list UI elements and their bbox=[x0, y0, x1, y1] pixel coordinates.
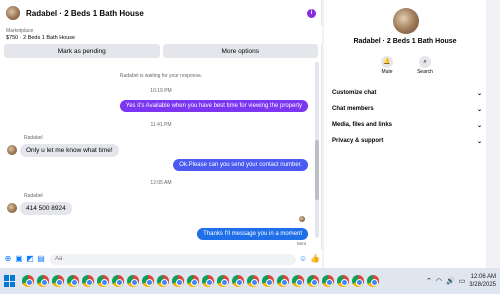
volume-icon[interactable]: 🔊 bbox=[446, 277, 455, 285]
chevron-down-icon: ⌄ bbox=[476, 106, 482, 113]
chrome-taskbar-icon[interactable] bbox=[172, 275, 184, 287]
system-message: Radabel is waiting for your response. bbox=[119, 73, 203, 79]
chrome-taskbar-icon[interactable] bbox=[157, 275, 169, 287]
chrome-taskbar-icon[interactable] bbox=[97, 275, 109, 287]
row-label: Customize chat bbox=[332, 90, 377, 96]
avatar[interactable] bbox=[7, 203, 17, 213]
clock-date: 3/28/2025 bbox=[469, 282, 496, 288]
clock-time: 12:06 AM bbox=[470, 274, 496, 280]
sender-name: Radabel bbox=[24, 135, 43, 141]
search-icon: ⌕ bbox=[419, 56, 431, 68]
like-icon[interactable]: 👍 bbox=[310, 255, 320, 263]
start-button[interactable] bbox=[4, 275, 16, 287]
avatar[interactable] bbox=[6, 6, 20, 20]
row-label: Media, files and links bbox=[332, 122, 393, 128]
chrome-taskbar-icon[interactable] bbox=[292, 275, 304, 287]
chevron-down-icon: ⌄ bbox=[476, 90, 482, 97]
chrome-taskbar-icon[interactable] bbox=[232, 275, 244, 287]
sticker-icon[interactable]: ◩ bbox=[26, 255, 34, 263]
image-icon[interactable]: ▣ bbox=[15, 255, 23, 263]
chrome-taskbar-icon[interactable] bbox=[52, 275, 64, 287]
customize-chat-row[interactable]: Customize chat ⌄ bbox=[332, 86, 482, 100]
chrome-taskbar-icon[interactable] bbox=[112, 275, 124, 287]
info-icon[interactable]: i bbox=[307, 8, 316, 18]
chrome-taskbar-icon[interactable] bbox=[67, 275, 79, 287]
info-actions: 🔔 Mute ⌕ Search bbox=[374, 56, 438, 75]
marketplace-banner[interactable]: Marketplace $750 · 2 Beds 1 Bath House bbox=[0, 26, 322, 44]
listing-actions: Mark as pending More options bbox=[4, 44, 318, 58]
seen-avatar bbox=[299, 216, 305, 222]
search-button[interactable]: ⌕ Search bbox=[412, 56, 438, 75]
chrome-taskbar-icon[interactable] bbox=[277, 275, 289, 287]
avatar[interactable] bbox=[7, 145, 17, 155]
plus-icon[interactable]: ⊕ bbox=[4, 255, 12, 263]
privacy-support-row[interactable]: Privacy & support ⌄ bbox=[332, 134, 482, 148]
chrome-taskbar-icon[interactable] bbox=[187, 275, 199, 287]
chrome-taskbar-icon[interactable] bbox=[307, 275, 319, 287]
emoji-icon[interactable]: ☺ bbox=[299, 255, 307, 263]
chat-header: Radabel · 2 Beds 1 Bath House i bbox=[0, 0, 322, 26]
outgoing-message[interactable]: Yes it's Available when you have best ti… bbox=[119, 100, 308, 112]
window-edge bbox=[486, 0, 500, 268]
marketplace-label: Marketplace bbox=[6, 28, 34, 34]
gif-icon[interactable]: ▤ bbox=[37, 255, 45, 263]
conversation-info-pane: Radabel · 2 Beds 1 Bath House 🔔 Mute ⌕ S… bbox=[324, 0, 486, 268]
scrollbar-thumb[interactable] bbox=[315, 140, 319, 200]
mark-as-pending-button[interactable]: Mark as pending bbox=[4, 44, 160, 58]
timestamp: 12:05 AM bbox=[150, 180, 172, 186]
outgoing-message[interactable]: Ok.Please can you send your contact numb… bbox=[173, 159, 308, 171]
chrome-taskbar-icon[interactable] bbox=[202, 275, 214, 287]
wifi-icon[interactable]: ◠ bbox=[436, 277, 442, 285]
chrome-taskbar-icon[interactable] bbox=[22, 275, 34, 287]
clock[interactable]: 12:06 AM 3/28/2025 bbox=[469, 273, 496, 289]
chrome-taskbar-icon[interactable] bbox=[142, 275, 154, 287]
marketplace-listing: $750 · 2 Beds 1 Bath House bbox=[6, 35, 76, 41]
row-label: Chat members bbox=[332, 106, 374, 112]
profile-name: Radabel · 2 Beds 1 Bath House bbox=[353, 38, 457, 45]
mute-label: Mute bbox=[381, 69, 393, 75]
chrome-taskbar-icon[interactable] bbox=[82, 275, 94, 287]
chat-members-row[interactable]: Chat members ⌄ bbox=[332, 102, 482, 116]
battery-icon[interactable]: ▭ bbox=[459, 277, 466, 285]
message-input[interactable] bbox=[50, 253, 296, 265]
chevron-up-icon[interactable]: ⌃ bbox=[426, 277, 432, 285]
sender-name: Radabel bbox=[24, 193, 43, 199]
row-label: Privacy & support bbox=[332, 138, 384, 144]
profile-avatar[interactable] bbox=[393, 8, 419, 34]
chevron-down-icon: ⌄ bbox=[476, 138, 482, 145]
media-files-links-row[interactable]: Media, files and links ⌄ bbox=[332, 118, 482, 132]
chrome-taskbar-icon[interactable] bbox=[37, 275, 49, 287]
message-list[interactable]: Radabel is waiting for your response. 10… bbox=[0, 60, 322, 250]
sent-status: Sent bbox=[296, 241, 306, 246]
incoming-message[interactable]: Only u let me know what time! bbox=[20, 144, 119, 157]
mute-button[interactable]: 🔔 Mute bbox=[374, 56, 400, 75]
chrome-taskbar-icon[interactable] bbox=[367, 275, 379, 287]
timestamp: 10:19 PM bbox=[150, 88, 172, 94]
incoming-message[interactable]: 414 500 8924 bbox=[20, 202, 72, 215]
chrome-taskbar-icon[interactable] bbox=[217, 275, 229, 287]
chat-title[interactable]: Radabel · 2 Beds 1 Bath House bbox=[26, 9, 307, 18]
chrome-taskbar-icon[interactable] bbox=[322, 275, 334, 287]
chevron-down-icon: ⌄ bbox=[476, 122, 482, 129]
chrome-taskbar-icon[interactable] bbox=[262, 275, 274, 287]
search-label: Search bbox=[417, 69, 433, 75]
chrome-taskbar-icon[interactable] bbox=[247, 275, 259, 287]
more-options-button[interactable]: More options bbox=[162, 44, 318, 58]
outgoing-message[interactable]: Thanks I'll message you in a moment bbox=[197, 228, 308, 240]
chat-pane: Radabel · 2 Beds 1 Bath House i Marketpl… bbox=[0, 0, 322, 268]
system-tray: ⌃ ◠ 🔊 ▭ 12:06 AM 3/28/2025 bbox=[426, 268, 496, 294]
bell-icon: 🔔 bbox=[381, 56, 393, 68]
taskbar-apps bbox=[22, 275, 379, 287]
chrome-taskbar-icon[interactable] bbox=[127, 275, 139, 287]
chrome-taskbar-icon[interactable] bbox=[337, 275, 349, 287]
taskbar: ⌃ ◠ 🔊 ▭ 12:06 AM 3/28/2025 bbox=[0, 268, 500, 294]
chrome-taskbar-icon[interactable] bbox=[352, 275, 364, 287]
composer: ⊕ ▣ ◩ ▤ ☺ 👍 bbox=[0, 250, 322, 268]
timestamp: 11:41 PM bbox=[150, 122, 172, 128]
